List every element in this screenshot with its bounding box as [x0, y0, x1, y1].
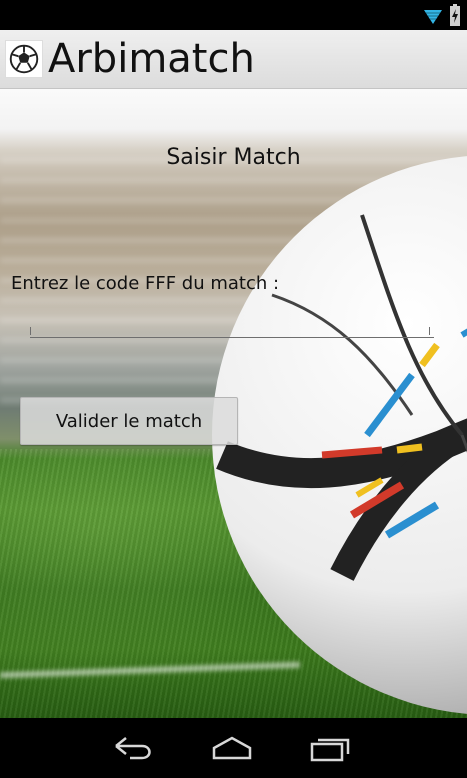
navigation-bar — [0, 718, 467, 778]
match-code-label: Entrez le code FFF du match : — [11, 273, 280, 294]
home-icon[interactable] — [210, 734, 254, 762]
app-title: Arbimatch — [48, 36, 255, 82]
recent-apps-icon[interactable] — [308, 734, 352, 762]
battery-icon — [450, 4, 460, 26]
soccer-ball-app-icon[interactable] — [5, 40, 43, 78]
status-bar — [0, 0, 467, 30]
soccer-ball-image — [212, 156, 467, 714]
action-bar: Arbimatch — [0, 30, 467, 89]
main-content: Saisir Match Entrez le code FFF du match… — [0, 89, 467, 718]
input-underline-left — [30, 327, 31, 335]
input-underline-right — [429, 327, 430, 335]
wifi-icon — [424, 10, 442, 24]
back-icon[interactable] — [112, 734, 156, 762]
screen-title: Saisir Match — [166, 145, 301, 170]
validate-match-button[interactable]: Valider le match — [20, 397, 238, 445]
match-code-input[interactable] — [30, 305, 434, 338]
